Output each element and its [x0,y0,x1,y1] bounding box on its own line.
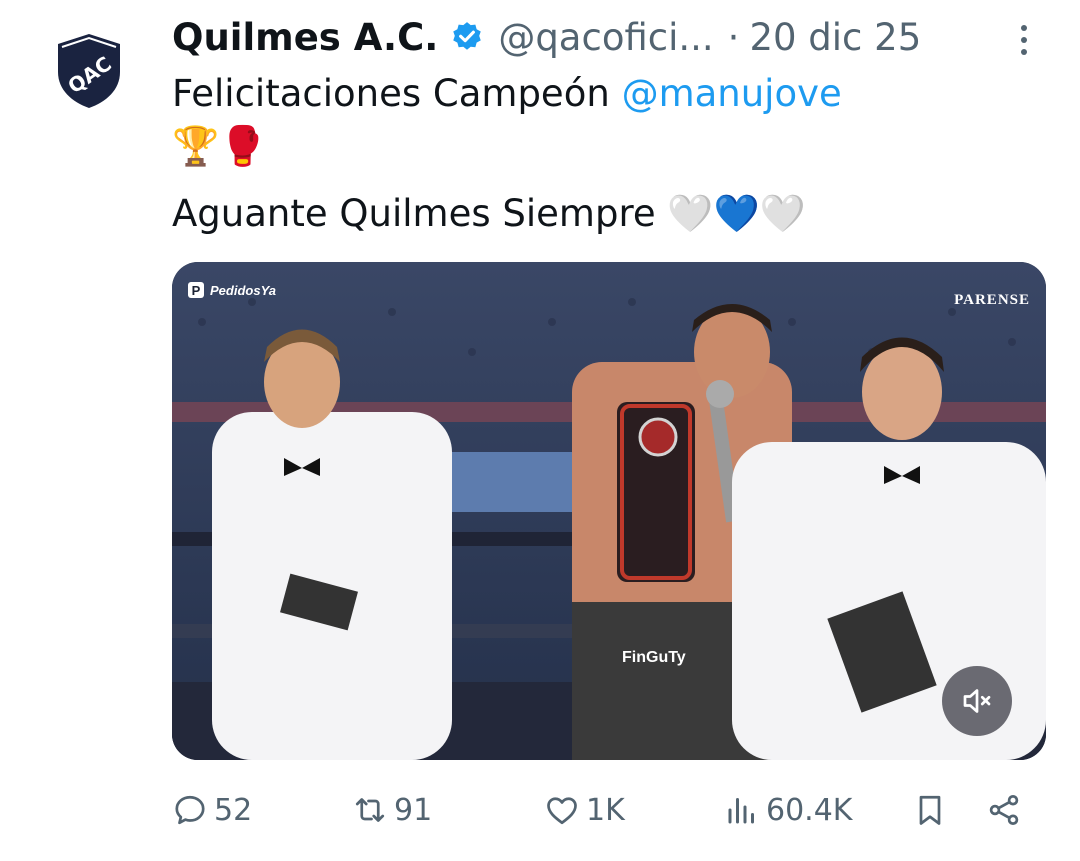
avatar[interactable]: QAC [42,22,136,116]
video-player[interactable]: FinGuTy P PedidosYa PARENSE [172,262,1046,760]
speaker-muted-icon [963,689,991,713]
heart-emojis: 🤍💙🤍 [667,192,806,235]
like-count: 1K [586,792,625,828]
heart-icon [547,797,577,825]
bookmark-icon [919,795,941,825]
video-frame: FinGuTy [172,262,1046,760]
parense-brand: PARENSE [954,292,1030,308]
tweet-actions: 52 91 1K 60.4K [172,786,1032,834]
tweet-text-line-3: Aguante Quilmes Siempre 🤍💙🤍 [172,192,806,236]
quilmes-shield-logo: QAC [58,34,120,108]
share-icon [989,795,1019,825]
date-separator: · [727,15,740,59]
mention-link[interactable]: @manujove [622,72,842,115]
author-handle[interactable]: @qacofici... [498,16,713,59]
tweet-text: Felicitaciones Campeón [172,72,610,115]
tweet-emoji-line: 🏆🥊 [172,124,267,168]
reply-icon [175,795,205,825]
like-button[interactable]: 1K [544,786,625,834]
repost-count: 91 [394,792,433,828]
tweet-text-line-1: Felicitaciones Campeón @manujove [172,72,842,115]
share-button[interactable] [986,786,1022,834]
tweet-header: Quilmes A.C. @qacofici... · 20 dic 25 [172,12,1032,62]
svg-text:FinGuTy: FinGuTy [622,649,686,666]
more-options-icon[interactable] [1010,20,1038,60]
bookmark-button[interactable] [912,786,948,834]
verified-badge-icon [453,22,482,50]
tweet-text-closing: Aguante Quilmes Siempre [172,192,656,235]
reply-button[interactable]: 52 [172,786,252,834]
reply-count: 52 [214,792,253,828]
repost-button[interactable]: 91 [352,786,432,834]
views-button[interactable]: 60.4K [724,786,852,834]
tweet-date[interactable]: 20 dic 25 [749,16,921,59]
pedidosya-brand: P PedidosYa [188,282,276,298]
repost-icon [355,798,385,822]
views-count: 60.4K [766,792,853,828]
author-name[interactable]: Quilmes A.C. [172,16,438,59]
views-chart-icon [728,798,754,824]
mute-toggle-button[interactable] [942,666,1012,736]
